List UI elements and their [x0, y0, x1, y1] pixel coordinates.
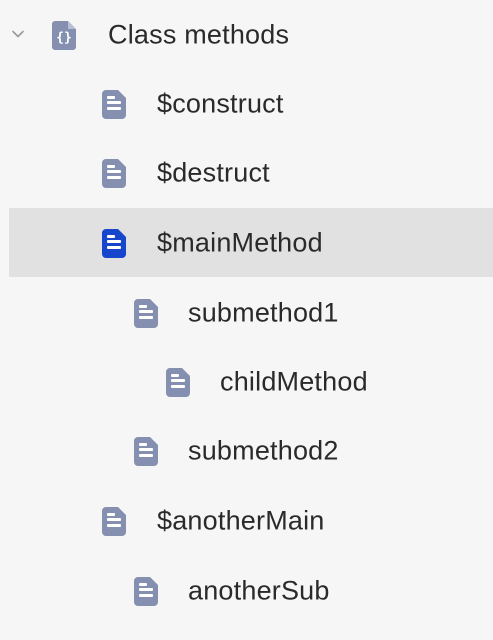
tree-item-label: submethod2: [188, 435, 339, 465]
tree-item-label: $destruct: [157, 157, 270, 187]
tree-item-construct[interactable]: $construct: [0, 69, 493, 138]
svg-text:{}: {}: [56, 30, 72, 45]
tree-item-anothersub[interactable]: anotherSub: [0, 556, 493, 625]
tree-item-childmethod[interactable]: childMethod: [0, 347, 493, 416]
tree-root-class-methods[interactable]: {} Class methods: [0, 0, 493, 69]
tree-item-label: anotherSub: [188, 575, 330, 605]
tree-item-label: $mainMethod: [157, 227, 323, 257]
braces-file-icon: {}: [52, 20, 76, 50]
tree-item-label: submethod1: [188, 297, 339, 327]
document-icon: [134, 436, 158, 466]
tree-item-anothermain[interactable]: $anotherMain: [0, 486, 493, 555]
document-icon: [134, 298, 158, 328]
document-icon: [102, 158, 126, 188]
tree-item-label: childMethod: [220, 366, 368, 396]
document-icon: [102, 228, 126, 258]
tree-item-label: $anotherMain: [157, 505, 325, 535]
tree-item-mainmethod[interactable]: $mainMethod: [9, 208, 493, 277]
tree-item-destruct[interactable]: $destruct: [0, 138, 493, 207]
document-icon: [102, 89, 126, 119]
document-icon: [102, 506, 126, 536]
tree-item-label: $construct: [157, 88, 284, 118]
tree-root-label: Class methods: [108, 19, 290, 49]
method-tree: {} Class methods $construct $destruct $m…: [0, 0, 493, 640]
tree-item-submethod2[interactable]: submethod2: [0, 416, 493, 485]
chevron-down-icon[interactable]: [12, 28, 24, 40]
document-icon: [166, 367, 190, 397]
document-icon: [134, 576, 158, 606]
tree-item-submethod1[interactable]: submethod1: [0, 278, 493, 347]
